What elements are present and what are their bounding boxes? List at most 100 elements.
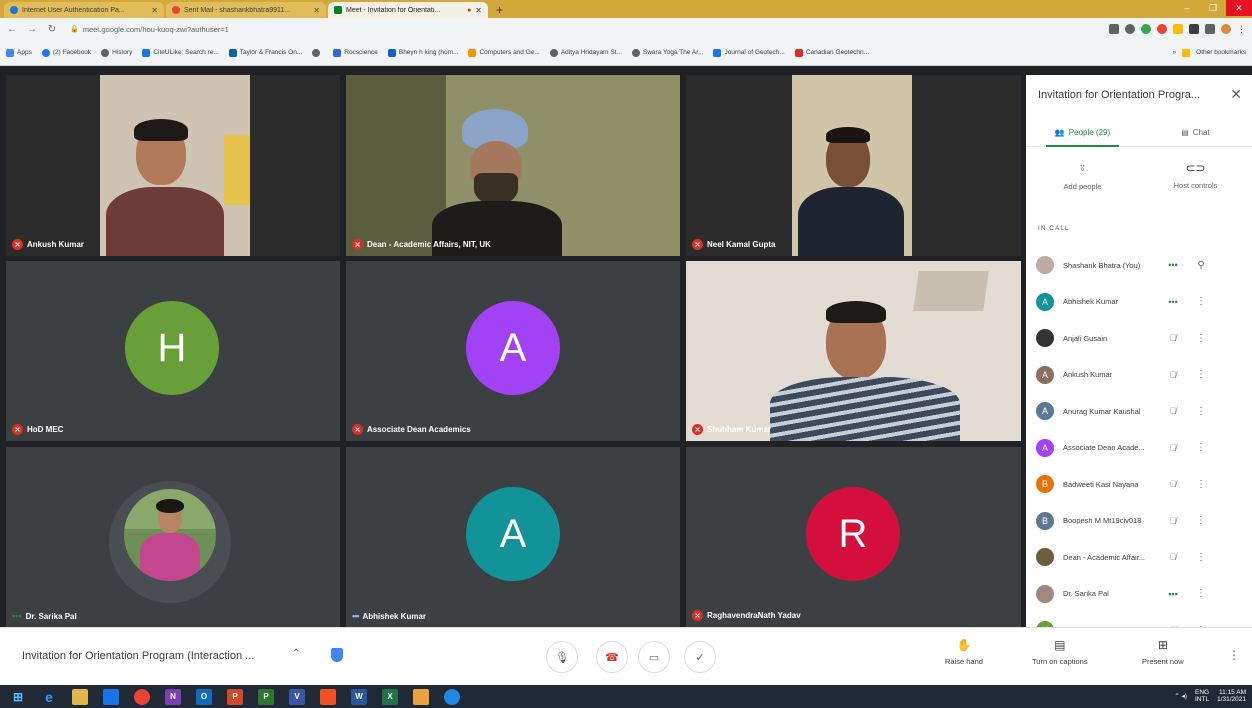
shield-icon[interactable] <box>331 648 343 662</box>
video-tile[interactable]: A ••• Abhishek Kumar <box>346 447 680 627</box>
more-options-icon[interactable]: ⋮ <box>1191 515 1211 526</box>
participant-row[interactable]: Anjali Gusain 🎙̸ ⋮ <box>1026 320 1252 357</box>
participant-row[interactable]: Dr. Sarika Pal ▪▪▪ ⋮ <box>1026 576 1252 613</box>
word-icon[interactable]: W <box>351 688 367 705</box>
bookmark-item[interactable] <box>312 48 323 57</box>
bookmark-item[interactable]: Rocscience <box>333 48 378 57</box>
windows-start-icon[interactable]: ⊞ <box>10 689 26 705</box>
participant-row[interactable]: Dean - Academic Affair... 🎙̸ ⋮ <box>1026 539 1252 576</box>
video-tile[interactable]: ✕ Dean - Academic Affairs, NIT, UK <box>346 75 680 256</box>
participant-row[interactable]: A Abhishek Kumar ••• ⋮ <box>1026 284 1252 321</box>
video-tile[interactable]: ▪▪▪ Dr. Sarika Pal <box>6 447 340 627</box>
publisher-icon[interactable]: P <box>258 688 274 705</box>
video-tile[interactable]: ✕ Ankush Kumar <box>6 75 340 256</box>
participant-row[interactable]: B Badweeti Kasi Nayana 🎙̸ ⋮ <box>1026 466 1252 503</box>
store-icon[interactable] <box>103 688 119 705</box>
close-tab-icon[interactable]: ✕ <box>475 6 482 15</box>
participant-row[interactable]: A Ankush Kumar 🎙̸ ⋮ <box>1026 357 1252 394</box>
video-tile[interactable]: ✕ Neel Kamal Gupta <box>686 75 1021 256</box>
reload-icon[interactable]: ↻ <box>46 24 58 35</box>
language-indicator[interactable]: ENG INTL <box>1195 689 1209 703</box>
participant-row[interactable]: Shashank Bhatra (You) ••• ⚲ <box>1026 247 1252 284</box>
more-options-icon[interactable]: ⋮ <box>1228 648 1240 662</box>
maximize-icon[interactable]: ❐ <box>1200 0 1226 16</box>
close-tab-icon[interactable]: ✕ <box>313 6 320 15</box>
other-bookmarks[interactable]: » Other bookmarks <box>1173 48 1246 57</box>
video-tile[interactable]: H ✕ HoD MEC <box>6 261 340 441</box>
participant-row[interactable]: A Associate Dean Acade... 🎙̸ ⋮ <box>1026 430 1252 467</box>
forward-arrow-icon[interactable]: → <box>26 24 38 35</box>
browser-tab-auth[interactable]: Internet User Authentication Pa... ✕ <box>4 2 164 18</box>
chrome-icon[interactable] <box>134 688 150 705</box>
camera-icon[interactable] <box>1109 24 1119 34</box>
more-options-icon[interactable]: ⋮ <box>1191 369 1211 380</box>
more-options-icon[interactable]: ⋮ <box>1191 588 1211 599</box>
puzzle-icon[interactable] <box>1205 24 1215 34</box>
bookmark-item[interactable]: Taylor & Francis On... <box>228 48 302 57</box>
video-tile[interactable]: A ✕ Associate Dean Academics <box>346 261 680 441</box>
browser-tab-meet[interactable]: Meet - Invitation for Orientati... ● ✕ <box>328 2 488 18</box>
bookmark-item[interactable]: Apps <box>6 48 32 57</box>
bookmark-item[interactable]: (2) Facebook <box>41 48 91 57</box>
close-tab-icon[interactable]: ✕ <box>151 6 158 15</box>
new-tab-button[interactable]: + <box>496 3 503 17</box>
star-icon[interactable] <box>1125 24 1135 34</box>
video-tile[interactable]: R ✕ RaghavendraNath Yadav <box>686 447 1021 627</box>
close-panel-icon[interactable]: ✕ <box>1230 86 1242 103</box>
extension-icon[interactable] <box>1141 24 1151 34</box>
more-options-icon[interactable]: ⋮ <box>1191 552 1211 563</box>
chevron-up-icon[interactable]: ⌃ <box>292 648 300 659</box>
minimize-icon[interactable]: – <box>1174 0 1200 16</box>
bookmark-item[interactable]: Computers and Ge... <box>468 48 540 57</box>
raise-hand-button[interactable]: ✋ Raise hand <box>945 638 983 666</box>
profile-avatar[interactable] <box>1221 24 1231 34</box>
onenote-icon[interactable]: N <box>165 688 181 705</box>
bookmark-item[interactable]: History <box>101 48 132 57</box>
windows-app-icon[interactable] <box>320 688 336 705</box>
more-options-icon[interactable]: ⋮ <box>1191 406 1211 417</box>
video-tile[interactable]: ✕ Shubham Kumar <box>686 261 1021 441</box>
outlook-icon[interactable]: O <box>196 688 212 705</box>
url-field[interactable]: 🔒 meet.google.com/hou-kuoq-zwi?authuser=… <box>66 21 1101 37</box>
more-options-icon[interactable]: ⋮ <box>1191 479 1211 490</box>
bookmark-item[interactable]: Bheyn h king (hom... <box>387 48 458 57</box>
bookmark-item[interactable]: CiteULike: Search re... <box>142 48 219 57</box>
meeting-title[interactable]: Invitation for Orientation Program (Inte… <box>22 650 254 662</box>
leave-call-button[interactable]: ☎ <box>596 641 628 673</box>
excel-icon[interactable]: X <box>382 688 398 705</box>
clock[interactable]: 11:15 AM 1/31/2021 <box>1217 689 1246 703</box>
more-options-icon[interactable]: ⋮ <box>1191 296 1211 307</box>
file-explorer-icon[interactable] <box>72 688 88 705</box>
tick-button[interactable]: ✓ <box>684 641 716 673</box>
internet-explorer-icon[interactable]: e <box>41 689 57 705</box>
participant-row[interactable]: B Boopesh M Mt19civ018 🎙̸ ⋮ <box>1026 503 1252 540</box>
tab-chat[interactable]: ▤ Chat <box>1139 119 1252 146</box>
tray-icons[interactable]: ⌃ ◂) <box>1174 692 1187 700</box>
mic-off-button[interactable]: 🎙 <box>546 641 578 673</box>
browser-tab-gmail[interactable]: Sent Mail - shashankbhatra9911... ✕ <box>166 2 326 18</box>
more-options-icon[interactable]: ⋮ <box>1191 442 1211 453</box>
bookmark-item[interactable]: Journal of Geotech... <box>713 48 785 57</box>
paint-icon[interactable] <box>413 688 429 705</box>
add-people-button[interactable]: ⍤ Add people <box>1026 161 1139 211</box>
pin-icon[interactable]: ⚲ <box>1191 260 1211 271</box>
extension-icon[interactable] <box>1173 24 1183 34</box>
more-options-icon[interactable]: ⋮ <box>1191 333 1211 344</box>
bookmark-item[interactable]: Swara Yoga The Ar... <box>631 48 703 57</box>
chrome-menu-icon[interactable]: ⋮ <box>1237 24 1246 35</box>
bookmark-item[interactable]: Canadian Geotechn... <box>794 48 869 57</box>
captions-button[interactable]: ▤ Turn on captions <box>1032 638 1088 666</box>
camera-off-button[interactable]: ▭ <box>638 641 670 673</box>
extension-icon[interactable] <box>1189 24 1199 34</box>
host-controls-button[interactable]: ⊂⊃ Host controls <box>1139 161 1252 211</box>
bookmark-item[interactable]: Aditya Hridayam St... <box>549 48 622 57</box>
tab-people[interactable]: 👥 People (29) <box>1026 119 1139 147</box>
extension-icon[interactable] <box>1157 24 1167 34</box>
close-window-icon[interactable]: ✕ <box>1226 0 1252 16</box>
participant-row[interactable]: A Anurag Kumar Kaushal 🎙̸ ⋮ <box>1026 393 1252 430</box>
visio-icon[interactable]: V <box>289 688 305 705</box>
present-now-button[interactable]: ⊞ Present now <box>1142 638 1184 666</box>
edge-icon[interactable] <box>444 688 460 705</box>
powerpoint-icon[interactable]: P <box>227 688 243 705</box>
back-arrow-icon[interactable]: ← <box>6 24 18 35</box>
